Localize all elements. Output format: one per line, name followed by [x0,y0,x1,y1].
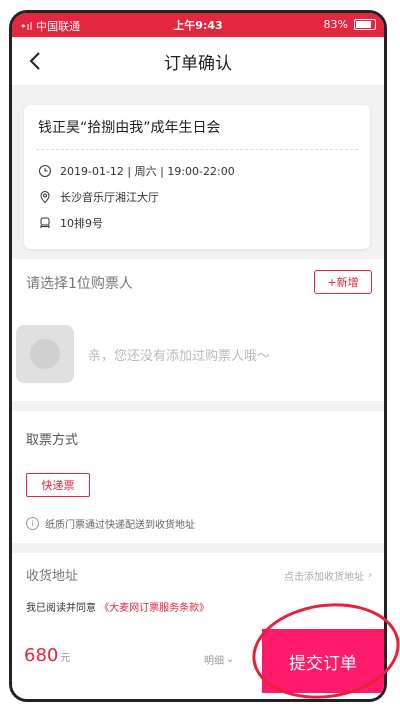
event-name: 钱正昊“拾捌由我”成年生日会 [38,120,221,136]
pickup-section: 取票方式 快递票 i 纸质门票通过快递配送到收货地址 [12,411,384,543]
address-title: 收货地址 [26,569,79,584]
seat-icon [40,217,50,228]
event-seat-row: 10排9号 [38,215,103,231]
pickup-title: 取票方式 [26,433,79,448]
add-buyer-button[interactable]: +新增 [314,270,372,294]
event-datetime: 2019-01-12 | 周六 | 19:00-22:00 [60,165,235,178]
avatar-inner [30,339,60,369]
buyer-section: 请选择1位购票人 +新增 亲，您还没有添加过购票人哦～ [12,259,384,401]
battery-icon [354,19,376,30]
page-title: 订单确认 [164,53,232,74]
price-detail-toggle[interactable]: 明细 ⌄ [204,652,234,667]
pickup-hint: i 纸质门票通过快递配送到收货地址 [26,516,195,531]
event-venue: 长沙音乐厅湘江大厅 [60,191,159,204]
agreement-text: 我已阅读并同意 《大麦网订票服务条款》 [26,599,209,614]
battery-percent: 83% [323,18,348,31]
express-ticket-option[interactable]: 快递票 [26,473,90,497]
chevron-left-icon [29,52,40,70]
nav-bar: 订单确认 [12,37,384,86]
price-value: 680 [24,645,59,666]
price-unit: 元 [60,653,71,664]
pickup-hint-text: 纸质门票通过快递配送到收货地址 [45,520,195,531]
back-button[interactable] [22,47,50,75]
status-right: 83% [324,18,376,31]
address-placeholder: 点击添加收货地址 [284,572,364,583]
address-add-link[interactable]: 点击添加收货地址 › [284,568,372,583]
submit-order-button[interactable]: 提交订单 [262,629,384,693]
info-icon: i [26,517,39,530]
clock-icon [39,165,51,177]
agreement-link[interactable]: 《大麦网订票服务条款》 [99,603,209,614]
buyer-empty-message: 亲，您还没有添加过购票人哦～ [88,349,271,364]
chevron-down-icon: ⌄ [226,654,235,665]
event-seat: 10排9号 [60,217,103,230]
event-card: 钱正昊“拾捌由我”成年生日会 2019-01-12 | 周六 | 19:00-2… [24,105,370,249]
agreement-prefix: 我已阅读并同意 [26,603,96,614]
card-divider [36,149,358,150]
location-icon [40,190,50,204]
event-datetime-row: 2019-01-12 | 周六 | 19:00-22:00 [38,163,235,179]
chevron-right-icon: › [368,570,372,581]
total-price: 680 元 [24,645,70,666]
buyer-title: 请选择1位购票人 [26,276,133,292]
phone-frame: •ıl 中国联通 上午9:43 83% 订单确认 钱正昊“拾捌由我”成年生日会 … [9,10,387,702]
status-bar: •ıl 中国联通 上午9:43 83% [12,13,384,37]
detail-label: 明细 [204,656,224,667]
buyer-avatar-placeholder [16,325,74,383]
event-venue-row: 长沙音乐厅湘江大厅 [38,189,159,205]
address-section: 收货地址 点击添加收货地址 › 我已阅读并同意 《大麦网订票服务条款》 680 元… [12,553,384,699]
